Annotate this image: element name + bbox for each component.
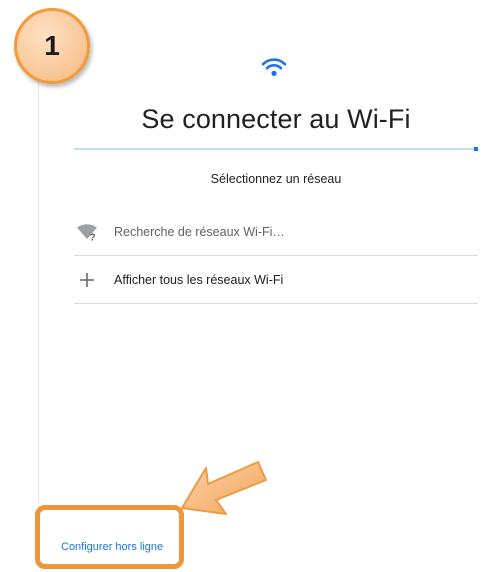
page-title: Se connecter au Wi-Fi	[141, 104, 411, 134]
progress-bar	[74, 147, 478, 151]
highlight-box	[35, 505, 184, 569]
svg-text:?: ?	[90, 232, 96, 241]
plus-icon	[74, 270, 100, 290]
progress-indicator	[474, 147, 478, 151]
network-row-label: Recherche de réseaux Wi-Fi…	[114, 224, 285, 239]
screen-edge-line	[38, 60, 39, 560]
wifi-icon	[261, 58, 287, 76]
step-badge: 1	[14, 8, 90, 84]
network-list-subtitle: Sélectionnez un réseau	[210, 172, 342, 186]
show-all-networks-button[interactable]: Afficher tous les réseaux Wi-Fi	[74, 256, 478, 304]
show-all-networks-label: Afficher tous les réseaux Wi-Fi	[114, 272, 284, 287]
wifi-searching-icon: ?	[74, 222, 100, 242]
configure-offline-link[interactable]: Configurer hors ligne	[61, 541, 163, 553]
arrow-pointer-icon	[181, 461, 267, 515]
network-row-searching: ? Recherche de réseaux Wi-Fi…	[74, 208, 478, 256]
setup-screen: 1 Se connecter au Wi-Fi Sélectionnez un …	[0, 0, 484, 572]
step-number: 1	[44, 30, 60, 61]
